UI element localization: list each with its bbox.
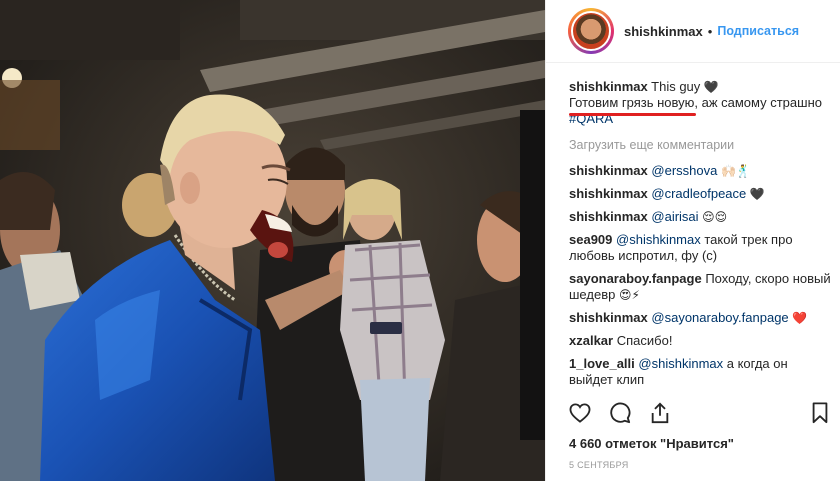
comment-emoji: 🖤 bbox=[749, 187, 765, 201]
share-button[interactable] bbox=[648, 401, 672, 425]
save-button[interactable] bbox=[808, 401, 832, 425]
red-underline bbox=[569, 113, 697, 116]
comment-item: xzalkar Спасибо! bbox=[569, 333, 832, 349]
share-icon bbox=[651, 402, 669, 424]
post-header: shishkinmax • Подписаться bbox=[546, 0, 840, 63]
caption-highlighted-text: Готовим грязь новую bbox=[569, 95, 697, 116]
avatar[interactable] bbox=[568, 8, 614, 54]
comment-username[interactable]: sayonaraboy.fanpage bbox=[569, 271, 702, 286]
comment-item: shishkinmax @sayonaraboy.fanpage ❤️ bbox=[569, 310, 832, 326]
likes-count[interactable]: 4 660 отметок "Нравится" bbox=[569, 436, 734, 451]
comment-mention[interactable]: @ersshova bbox=[651, 163, 717, 178]
comment-mention[interactable]: @cradleofpeace bbox=[651, 186, 746, 201]
comment-username[interactable]: shishkinmax bbox=[569, 310, 648, 325]
comment-mention[interactable]: @shishkinmax bbox=[616, 232, 701, 247]
comment-icon bbox=[610, 402, 631, 424]
avatar-image bbox=[571, 11, 611, 51]
comment-item: shishkinmax @airisai 😌😌 bbox=[569, 209, 832, 225]
header-separator: • bbox=[707, 23, 713, 39]
caption-username[interactable]: shishkinmax bbox=[569, 79, 648, 94]
comment-item: sayonaraboy.fanpage Походу, скоро новый … bbox=[569, 271, 832, 303]
comment-mention[interactable]: @shishkinmax bbox=[638, 356, 723, 371]
comment-username[interactable]: shishkinmax bbox=[569, 163, 648, 178]
photo-illustration bbox=[0, 0, 545, 481]
bookmark-icon bbox=[812, 402, 828, 424]
caption: shishkinmax This guy 🖤 Готовим грязь нов… bbox=[569, 79, 832, 127]
comment-emoji: 🙌🏻🕺 bbox=[720, 164, 751, 178]
heart-icon bbox=[569, 403, 591, 423]
action-bar bbox=[568, 401, 832, 425]
comment-text: Спасибо! bbox=[616, 333, 673, 348]
load-more-comments-button[interactable]: Загрузить еще комментарии bbox=[569, 137, 832, 153]
comment-username[interactable]: shishkinmax bbox=[569, 186, 648, 201]
comment-username[interactable]: 1_love_alli bbox=[569, 356, 635, 371]
caption-text-line2-rest: , аж самому страшно bbox=[694, 95, 822, 110]
like-button[interactable] bbox=[568, 401, 592, 425]
comment-username[interactable]: shishkinmax bbox=[569, 209, 648, 224]
caption-emoji: 🖤 bbox=[703, 80, 719, 94]
follow-button[interactable]: Подписаться bbox=[717, 24, 799, 38]
comment-item: shishkinmax @ersshova 🙌🏻🕺 bbox=[569, 163, 832, 179]
comment-item: shishkinmax @cradleofpeace 🖤 bbox=[569, 186, 832, 202]
comment-item: sea909 @shishkinmax такой трек про любов… bbox=[569, 232, 832, 264]
comment-username[interactable]: xzalkar bbox=[569, 333, 613, 348]
comment-emoji: ❤️ bbox=[792, 311, 808, 325]
post-side-panel: shishkinmax • Подписаться shishkinmax Th… bbox=[545, 0, 840, 481]
comment-username[interactable]: sea909 bbox=[569, 232, 612, 247]
caption-text-line2: Готовим грязь новую bbox=[569, 95, 695, 110]
comment-button[interactable] bbox=[608, 401, 632, 425]
caption-text-line1: This guy bbox=[651, 79, 701, 94]
comment-emoji: 😍⚡ bbox=[618, 288, 640, 302]
post-photo[interactable] bbox=[0, 0, 545, 481]
header-text: shishkinmax • Подписаться bbox=[624, 24, 799, 39]
comment-emoji: 😌😌 bbox=[702, 210, 728, 224]
header-username[interactable]: shishkinmax bbox=[624, 24, 703, 39]
comments-list: shishkinmax This guy 🖤 Готовим грязь нов… bbox=[569, 79, 832, 395]
comment-mention[interactable]: @sayonaraboy.fanpage bbox=[651, 310, 788, 325]
post-date[interactable]: 5 сентября bbox=[569, 460, 629, 470]
comment-item: 1_love_alli @shishkinmax а когда он выйд… bbox=[569, 356, 832, 388]
comment-mention[interactable]: @airisai bbox=[651, 209, 698, 224]
